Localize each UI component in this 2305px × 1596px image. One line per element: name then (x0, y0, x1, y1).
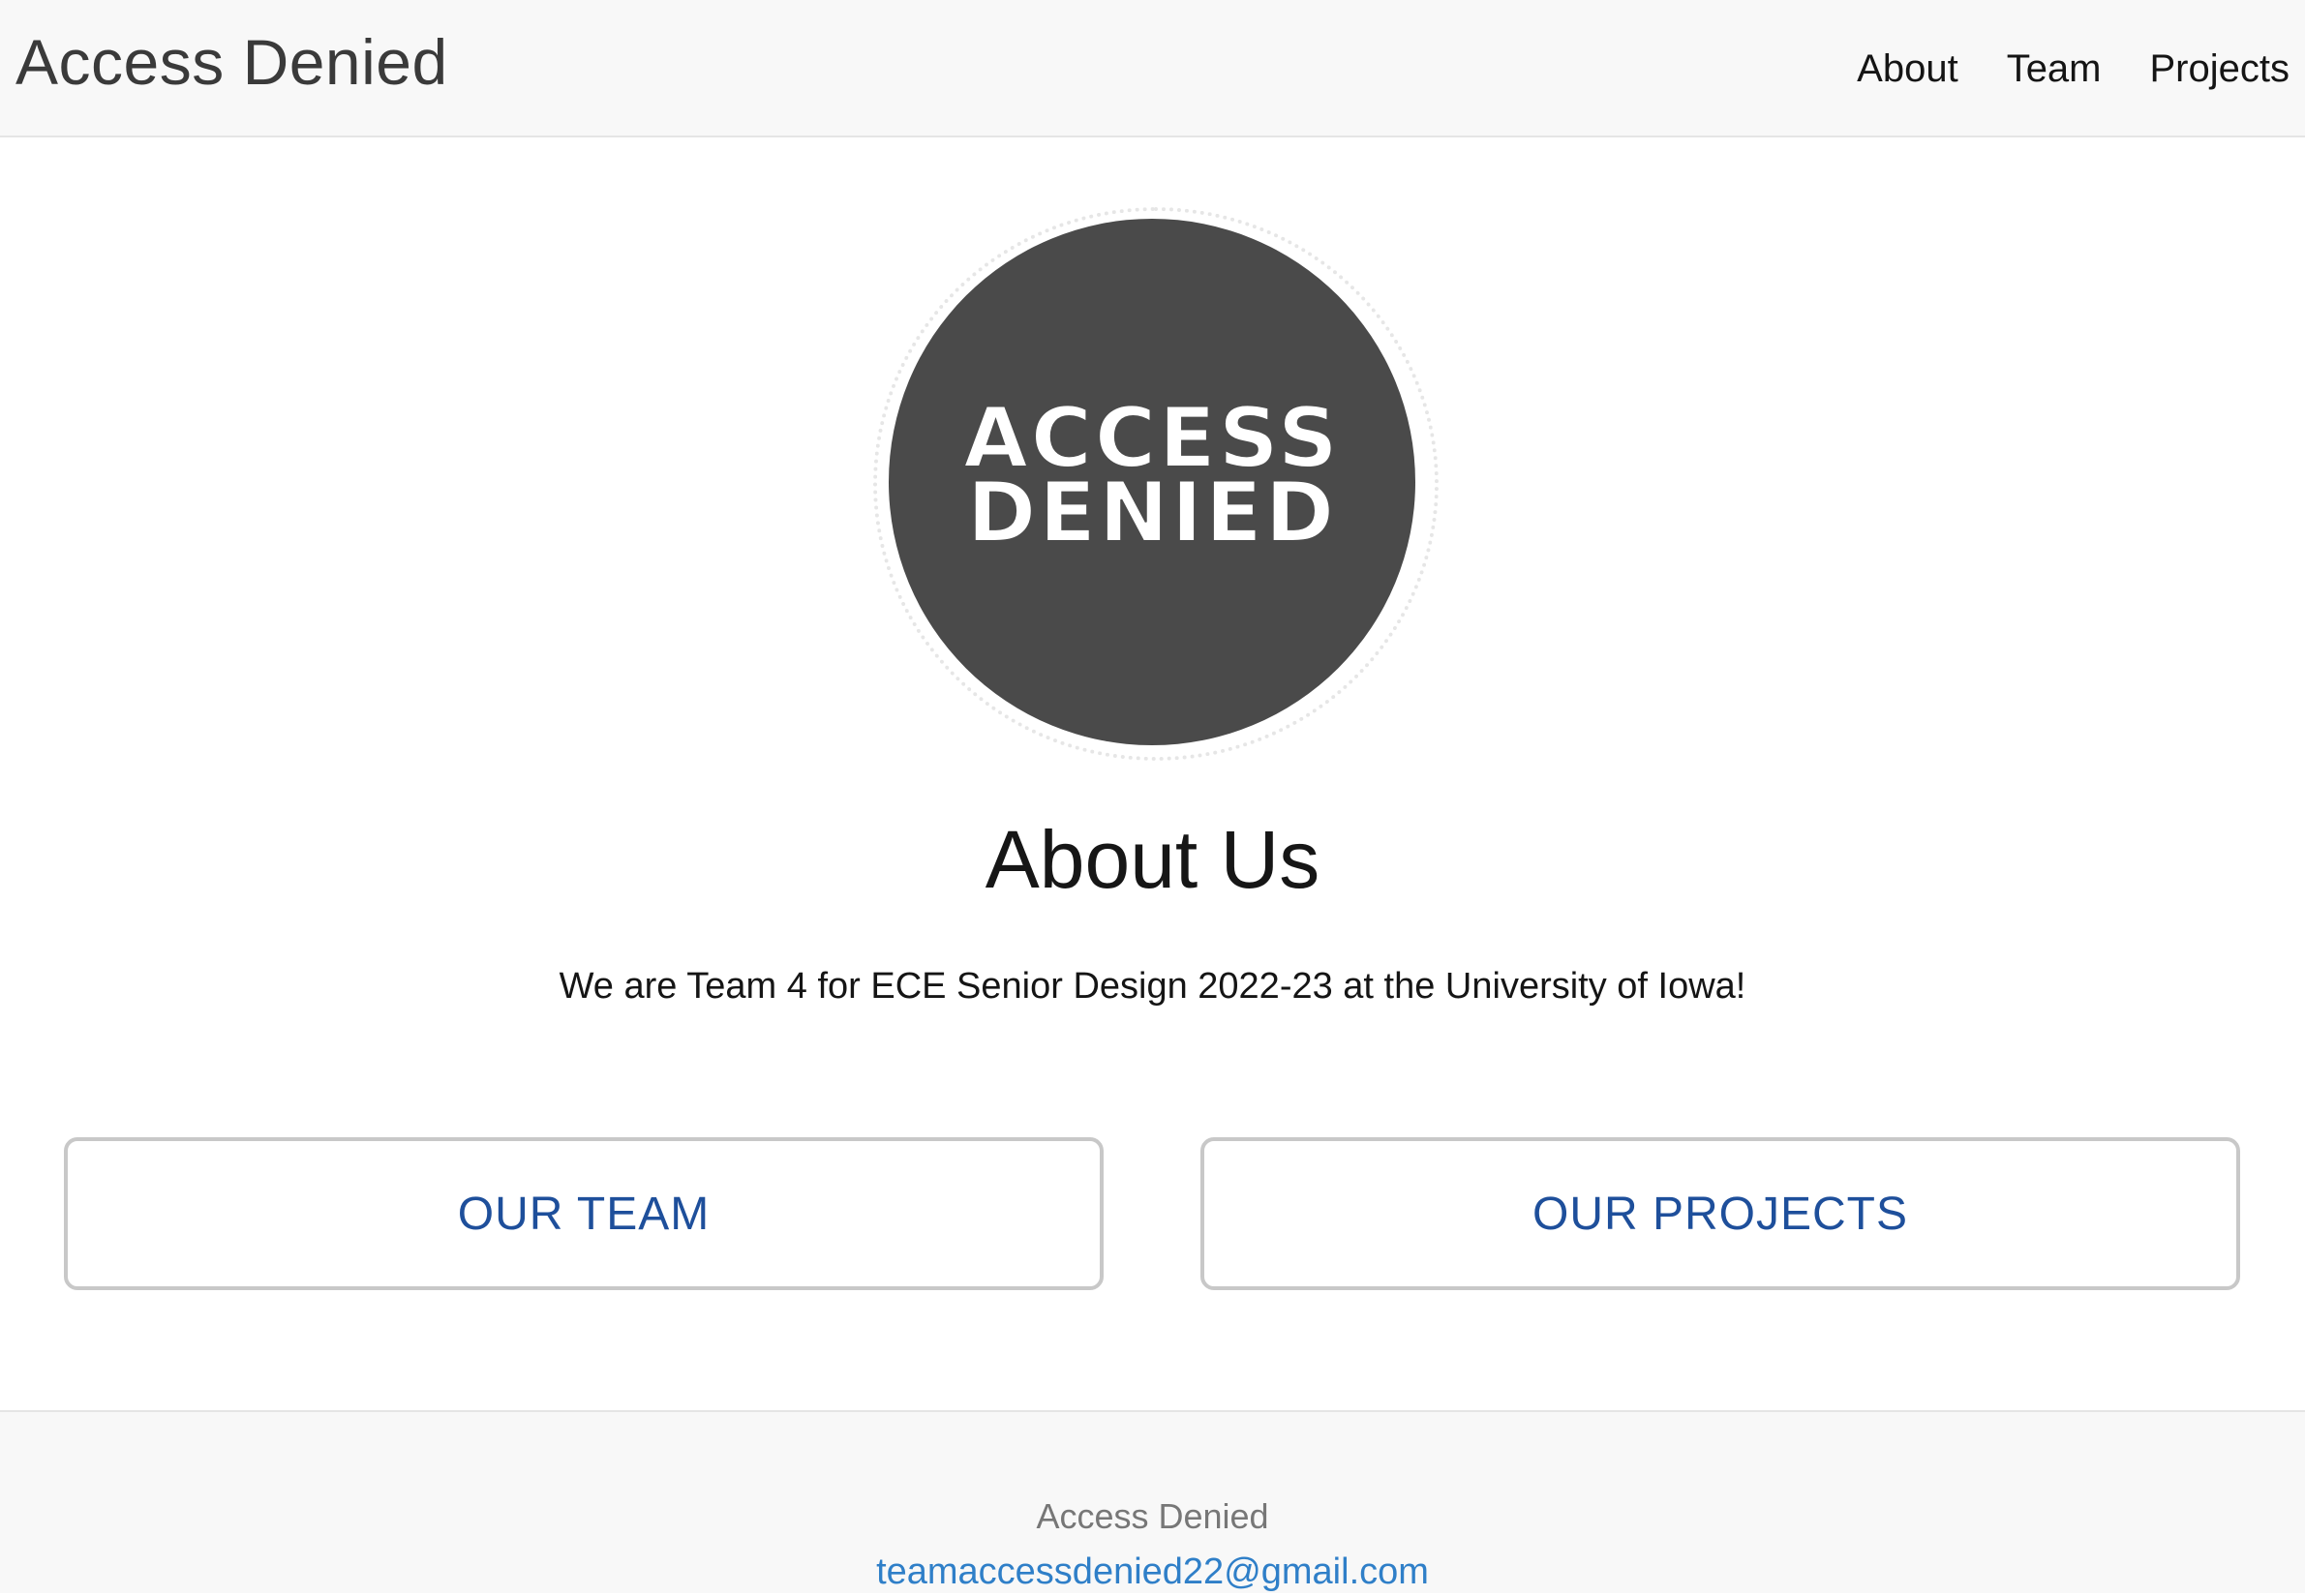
footer: Access Denied teamaccessdenied22@gmail.c… (0, 1410, 2305, 1593)
brand-link[interactable]: Access Denied (15, 25, 448, 99)
our-team-button[interactable]: OUR TEAM (64, 1137, 1104, 1290)
nav-links: About Team Projects (1857, 43, 2290, 95)
footer-email-link[interactable]: teamaccessdenied22@gmail.com (876, 1551, 1429, 1592)
footer-email-container: teamaccessdenied22@gmail.com (0, 1548, 2305, 1596)
our-projects-button[interactable]: OUR PROJECTS (1200, 1137, 2240, 1290)
team-logo: ACCESS DENIED (873, 207, 1439, 761)
logo-image: ACCESS DENIED (962, 389, 1339, 562)
nav-link-about[interactable]: About (1857, 43, 1958, 95)
navbar: Access Denied About Team Projects (0, 0, 2305, 137)
about-description: We are Team 4 for ECE Senior Design 2022… (559, 966, 1746, 1007)
logo-line-2: DENIED (967, 465, 1337, 561)
footer-name: Access Denied (1036, 1496, 1269, 1536)
nav-link-projects[interactable]: Projects (2150, 43, 2290, 95)
about-title: About Us (985, 814, 1320, 905)
nav-link-team[interactable]: Team (2007, 43, 2102, 95)
